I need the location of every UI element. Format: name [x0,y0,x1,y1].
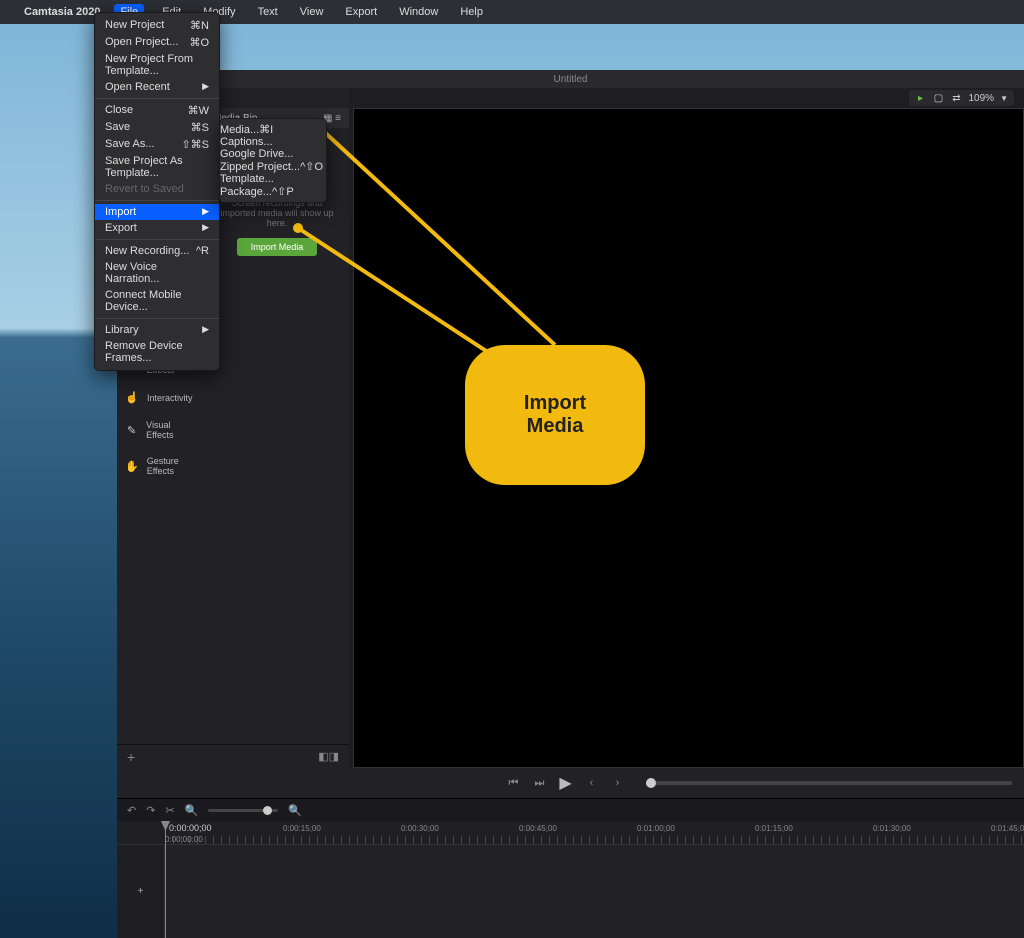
zoom-out-icon[interactable]: 🔍 [185,804,199,817]
file-menu-item[interactable]: Open Recent▶ [95,79,219,95]
zoom-controls[interactable]: ▸ ▢ ⇄ 109% ▼ [909,90,1015,106]
undo-icon[interactable]: ↶ [127,804,136,817]
menu-help[interactable]: Help [456,4,487,20]
sidebar-item-icon: ☝ [125,391,139,404]
timeline-tick: 0:00:00;00 [165,835,203,844]
add-button-icon[interactable]: + [127,749,135,765]
file-menu-item[interactable]: Open Project...⌘O [95,34,219,51]
file-menu-item: Revert to Saved [95,181,219,197]
titlebar: Untitled [117,70,1024,88]
timeline-tracks: + [117,845,1024,938]
app-name[interactable]: Camtasia 2020 [24,6,100,18]
menu-view[interactable]: View [296,4,328,20]
sidebar-item[interactable]: ✋ Gesture Effects [117,448,205,484]
file-menu-item[interactable]: Save⌘S [95,119,219,136]
track-headers: + [117,845,165,938]
sidebar-item-icon: ✎ [125,424,138,437]
timeline-tick: 0:01:15;00 [755,824,793,833]
timeline-ruler[interactable]: 0:00:00;00 0:00:00;00 0:00:15;00 0:00:30;0… [117,821,1024,845]
sidebar-item-label: Gesture Effects [147,456,197,476]
sidebar-item[interactable]: ✎ Visual Effects [117,412,205,448]
timeline-tick: 0:01:30;00 [873,824,911,833]
timeline-tick: 0:01:00;00 [637,824,675,833]
next-frame-icon[interactable]: ⏭ [532,775,548,791]
file-menu-dropdown: New Project⌘NOpen Project...⌘ONew Projec… [94,12,220,371]
zoom-in-icon[interactable]: 🔍 [288,804,302,817]
menu-export[interactable]: Export [341,4,381,20]
prev-frame-icon[interactable]: ⏮ [506,775,522,791]
timeline-toolbar: ↶ ↷ ✂ 🔍 🔍 [117,799,1024,821]
quad-view-icon[interactable]: ◧◨ [318,750,339,763]
next-marker-icon[interactable]: › [610,775,626,791]
cut-icon[interactable]: ✂ [165,804,174,817]
file-menu-item[interactable]: New Project⌘N [95,17,219,34]
sidebar-item-icon: ✋ [125,460,139,473]
import-submenu-item[interactable]: Template... [220,173,326,185]
file-menu-item[interactable]: New Voice Narration... [95,259,219,287]
file-menu-item[interactable]: Save Project As Template... [95,153,219,181]
import-media-button[interactable]: Import Media [237,238,318,256]
timeline-tick: 0:00:45;00 [519,824,557,833]
crop-tool-icon[interactable]: ▢ [933,92,945,104]
annotation-callout: Import Media [465,345,645,485]
menu-text[interactable]: Text [254,4,282,20]
import-submenu-item[interactable]: Google Drive... [220,148,326,160]
import-submenu-item[interactable]: Captions... [220,136,326,148]
playhead[interactable] [165,821,166,938]
sidebar-item-label: Visual Effects [146,420,197,440]
pan-tool-icon[interactable]: ⇄ [951,92,963,104]
file-menu-item[interactable]: Connect Mobile Device... [95,287,219,315]
callout-line1: Import [524,392,586,415]
sidebar-item[interactable]: ☝ Interactivity [117,383,205,412]
file-menu-item[interactable]: Import▶ [95,204,219,220]
add-track-icon[interactable]: + [117,845,164,938]
media-bin-body: The Media Bin is empty. Screen recording… [205,128,349,744]
timeline-current-time: 0:00:00;00 [169,823,212,833]
file-menu-item[interactable]: Close⌘W [95,102,219,119]
menu-window[interactable]: Window [395,4,442,20]
sidebar-item-label: Interactivity [147,393,193,403]
timeline: ↶ ↷ ✂ 🔍 🔍 0:00:00;00 0:00:00;00 0:00:15;0… [117,798,1024,938]
playback-bar: ⏮ ⏭ ▶ ‹ › [117,768,1024,798]
timeline-tick: 0:00:30;00 [401,824,439,833]
import-submenu-item[interactable]: Package...^⇧P [220,185,326,198]
window-title: Untitled [554,74,588,85]
timeline-body[interactable] [165,845,1024,938]
preview-canvas[interactable] [353,108,1024,768]
prev-marker-icon[interactable]: ‹ [584,775,600,791]
zoom-value: 109% [969,93,995,104]
import-submenu-item[interactable]: Media...⌘I [220,123,326,136]
timeline-tick: 0:00:15;00 [283,824,321,833]
play-button-icon[interactable]: ▶ [558,775,574,791]
scrub-bar[interactable] [646,781,1013,785]
timeline-zoom-slider[interactable] [208,809,278,812]
zoom-dropdown-icon[interactable]: ▼ [1000,94,1008,103]
left-panel-footer: + ◧◨ [117,744,349,768]
callout-line2: Media [524,415,586,438]
redo-icon[interactable]: ↷ [146,804,155,817]
selection-tool-icon[interactable]: ▸ [915,92,927,104]
import-submenu: Media...⌘ICaptions...Google Drive...Zipp… [219,118,327,203]
file-menu-item[interactable]: Export▶ [95,220,219,236]
file-menu-item[interactable]: Library▶ [95,322,219,338]
file-menu-item[interactable]: New Recording...^R [95,243,219,259]
timeline-tick: 0:01:45;00 [991,824,1024,833]
import-submenu-item[interactable]: Zipped Project...^⇧O [220,160,326,173]
file-menu-item[interactable]: New Project From Template... [95,51,219,79]
file-menu-item[interactable]: Remove Device Frames... [95,338,219,366]
file-menu-item[interactable]: Save As...⇧⌘S [95,136,219,153]
